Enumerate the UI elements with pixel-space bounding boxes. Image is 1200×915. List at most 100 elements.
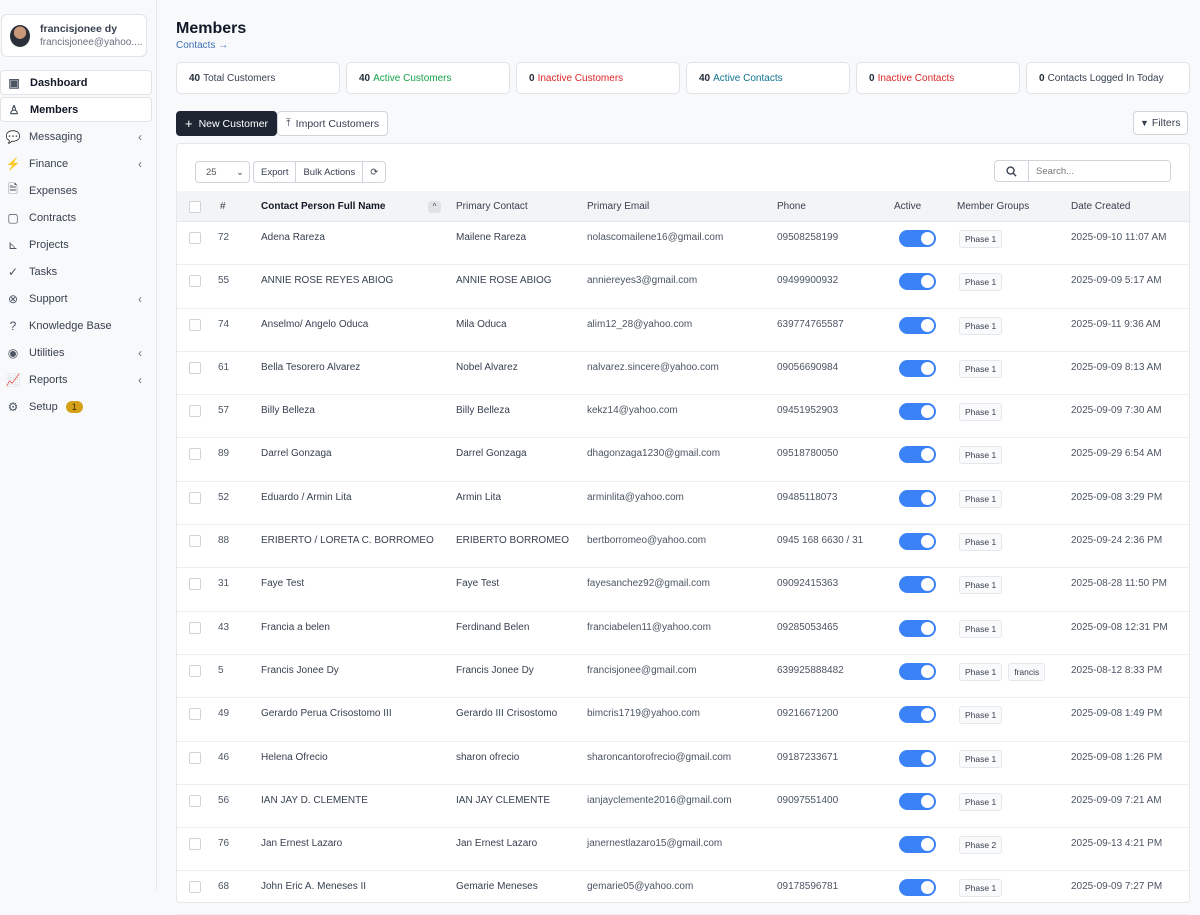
stat-card[interactable]: 40 Active Customers — [346, 62, 510, 94]
row-full-name[interactable]: Gerardo Perua Crisostomo III — [261, 708, 392, 719]
table-row[interactable]: 76 Jan Ernest Lazaro Jan Ernest Lazaro jane… — [177, 828, 1189, 872]
sidebar-item-finance[interactable]: ⚡ Finance ‹ — [0, 151, 152, 176]
breadcrumb-contacts[interactable]: Contacts → — [176, 40, 228, 51]
user-profile[interactable]: francisjonee dy francisjonee@yahoo.... — [1, 14, 147, 57]
row-full-name[interactable]: Bella Tesorero Alvarez — [261, 362, 360, 373]
refresh-icon[interactable]: ⟳ — [363, 162, 385, 182]
sort-asc-icon[interactable]: ^ — [428, 200, 441, 213]
sidebar-item-support[interactable]: ⊗ Support ‹ — [0, 286, 152, 311]
sidebar-item-contracts[interactable]: ▢ Contracts — [0, 205, 152, 230]
search-input[interactable] — [1029, 161, 1169, 181]
row-full-name[interactable]: Adena Rareza — [261, 232, 325, 243]
table-row[interactable]: 57 Billy Belleza Billy Belleza kekz14@yahoo… — [177, 395, 1189, 439]
import-customers-button[interactable]: ⤒ Import Customers — [277, 111, 389, 136]
active-toggle[interactable] — [899, 749, 936, 767]
active-toggle[interactable] — [899, 706, 936, 724]
active-toggle[interactable] — [899, 273, 936, 291]
sidebar-item-expenses[interactable]: 🗎 Expenses — [0, 178, 152, 203]
row-checkbox[interactable] — [189, 491, 201, 504]
active-toggle[interactable] — [899, 662, 936, 680]
col-date-created[interactable]: Date Created — [1071, 191, 1130, 222]
new-customer-button[interactable]: + New Customer — [176, 111, 278, 136]
row-full-name[interactable]: John Eric A. Meneses II — [261, 881, 366, 892]
table-row[interactable]: 5 Francis Jonee Dy Francis Jonee Dy francis… — [177, 655, 1189, 699]
row-full-name[interactable]: ERIBERTO / LORETA C. BORROMEO — [261, 535, 434, 546]
col-full-name[interactable]: Contact Person Full Name — [261, 191, 385, 222]
row-checkbox[interactable] — [189, 275, 201, 288]
row-full-name[interactable]: Darrel Gonzaga — [261, 448, 332, 459]
table-row[interactable]: 56 IAN JAY D. CLEMENTE IAN JAY CLEMENTE ian… — [177, 785, 1189, 829]
row-checkbox[interactable] — [189, 794, 201, 807]
col-primary-email[interactable]: Primary Email — [587, 191, 649, 222]
table-row[interactable]: 61 Bella Tesorero Alvarez Nobel Alvarez nal… — [177, 352, 1189, 396]
sidebar-item-messaging[interactable]: 💬 Messaging ‹ — [0, 124, 152, 149]
table-row[interactable]: 74 Anselmo/ Angelo Oduca Mila Oduca alim12_… — [177, 309, 1189, 352]
col-member-groups[interactable]: Member Groups — [957, 191, 1029, 222]
page-size-select[interactable]: 25 ⌄ — [195, 161, 250, 183]
sidebar-item-setup[interactable]: ⚙ Setup 1 — [0, 394, 152, 419]
active-toggle[interactable] — [899, 316, 936, 334]
active-toggle[interactable] — [899, 403, 936, 421]
row-full-name[interactable]: Jan Ernest Lazaro — [261, 838, 342, 849]
row-full-name[interactable]: Faye Test — [261, 578, 304, 589]
sidebar-item-tasks[interactable]: ✓ Tasks — [0, 259, 152, 284]
table-row[interactable]: 88 ERIBERTO / LORETA C. BORROMEO ERIBERTO … — [177, 525, 1189, 569]
row-checkbox[interactable] — [189, 838, 201, 851]
active-toggle[interactable] — [899, 879, 936, 897]
active-toggle[interactable] — [899, 230, 936, 247]
sidebar-item-dashboard[interactable]: ▣ Dashboard — [0, 70, 152, 95]
table-row[interactable]: 72 Adena Rareza Mailene Rareza nolascomaile… — [177, 222, 1189, 266]
stat-card[interactable]: 0 Inactive Customers — [516, 62, 680, 94]
filters-button[interactable]: ▼ Filters — [1133, 111, 1188, 135]
table-row[interactable]: 46 Helena Ofrecio sharon ofrecio sharoncant… — [177, 742, 1189, 785]
row-checkbox[interactable] — [189, 361, 201, 374]
row-checkbox[interactable] — [189, 318, 201, 331]
row-checkbox[interactable] — [189, 708, 201, 721]
sidebar-item-members[interactable]: ♙ Members — [0, 97, 152, 122]
col-phone[interactable]: Phone — [777, 191, 806, 222]
active-toggle[interactable] — [899, 792, 936, 810]
col-active[interactable]: Active — [894, 191, 921, 222]
row-full-name[interactable]: Francis Jonee Dy — [261, 665, 339, 676]
row-full-name[interactable]: IAN JAY D. CLEMENTE — [261, 795, 368, 806]
row-full-name[interactable]: Anselmo/ Angelo Oduca — [261, 319, 368, 330]
row-full-name[interactable]: Billy Belleza — [261, 405, 315, 416]
table-row[interactable]: 68 John Eric A. Meneses II Gemarie Meneses… — [177, 871, 1189, 915]
stat-card[interactable]: 0 Contacts Logged In Today — [1026, 62, 1190, 94]
active-toggle[interactable] — [899, 489, 936, 507]
col-primary-contact[interactable]: Primary Contact — [456, 191, 528, 222]
row-checkbox[interactable] — [189, 448, 201, 461]
row-checkbox[interactable] — [189, 664, 201, 677]
active-toggle[interactable] — [899, 619, 936, 637]
stat-card[interactable]: 0 Inactive Contacts — [856, 62, 1020, 94]
sidebar-item-utilities[interactable]: ◉ Utilities ‹ — [0, 340, 152, 365]
active-toggle[interactable] — [899, 836, 936, 854]
search-icon[interactable] — [995, 161, 1029, 181]
select-all-checkbox[interactable] — [189, 200, 201, 213]
table-row[interactable]: 55 ANNIE ROSE REYES ABIOG ANNIE ROSE ABIOG… — [177, 265, 1189, 309]
row-checkbox[interactable] — [189, 405, 201, 418]
row-checkbox[interactable] — [189, 232, 201, 244]
stat-card[interactable]: 40 Total Customers — [176, 62, 340, 94]
export-button[interactable]: Export — [254, 162, 297, 182]
row-full-name[interactable]: ANNIE ROSE REYES ABIOG — [261, 275, 393, 286]
table-row[interactable]: 43 Francia a belen Ferdinand Belen franciab… — [177, 612, 1189, 655]
row-checkbox[interactable] — [189, 578, 201, 591]
sidebar-item-reports[interactable]: 📈 Reports ‹ — [0, 367, 152, 392]
sidebar-item-knowledge-base[interactable]: ? Knowledge Base — [0, 313, 152, 338]
row-checkbox[interactable] — [189, 535, 201, 548]
row-checkbox[interactable] — [189, 751, 201, 764]
row-full-name[interactable]: Eduardo / Armin Lita — [261, 492, 352, 503]
row-full-name[interactable]: Helena Ofrecio — [261, 752, 328, 763]
sidebar-item-projects[interactable]: ⊾ Projects — [0, 232, 152, 257]
active-toggle[interactable] — [899, 533, 936, 551]
table-row[interactable]: 31 Faye Test Faye Test fayesanchez92@gmail.… — [177, 568, 1189, 612]
stat-card[interactable]: 40 Active Contacts — [686, 62, 850, 94]
row-checkbox[interactable] — [189, 621, 201, 634]
row-checkbox[interactable] — [189, 881, 201, 894]
bulk-actions-button[interactable]: Bulk Actions — [296, 162, 364, 182]
table-row[interactable]: 49 Gerardo Perua Crisostomo III Gerardo II… — [177, 698, 1189, 742]
col-id[interactable]: # — [220, 191, 226, 222]
row-full-name[interactable]: Francia a belen — [261, 622, 330, 633]
active-toggle[interactable] — [899, 359, 936, 377]
